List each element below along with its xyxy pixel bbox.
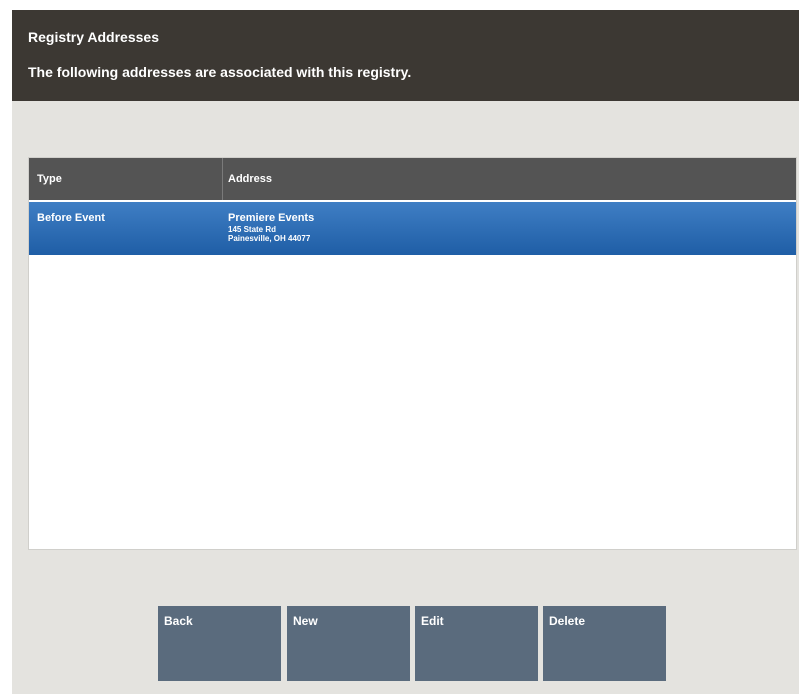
address-name: Premiere Events — [228, 212, 315, 224]
address-city-state-zip: Painesville, OH 44077 — [228, 234, 311, 243]
back-button[interactable]: Back — [158, 606, 281, 681]
cell-type: Before Event — [37, 212, 105, 224]
cell-address: Premiere Events 145 State Rd Painesville… — [228, 212, 314, 243]
column-header-type[interactable]: Type — [29, 158, 223, 200]
registry-addresses-screen: Registry Addresses The following address… — [12, 10, 799, 694]
column-header-address[interactable]: Address — [223, 158, 796, 200]
address-street: 145 State Rd — [228, 225, 277, 234]
address-table: Type Address Before Event Premiere Event… — [28, 157, 797, 550]
page-title: Registry Addresses — [28, 29, 159, 45]
prompt-header: Registry Addresses The following address… — [12, 10, 799, 101]
table-header: Type Address — [29, 158, 796, 200]
new-button[interactable]: New — [287, 606, 410, 681]
delete-button[interactable]: Delete — [543, 606, 666, 681]
edit-button[interactable]: Edit — [415, 606, 538, 681]
table-row-selected[interactable]: Before Event Premiere Events 145 State R… — [29, 202, 796, 255]
page-subtitle: The following addresses are associated w… — [28, 64, 412, 80]
